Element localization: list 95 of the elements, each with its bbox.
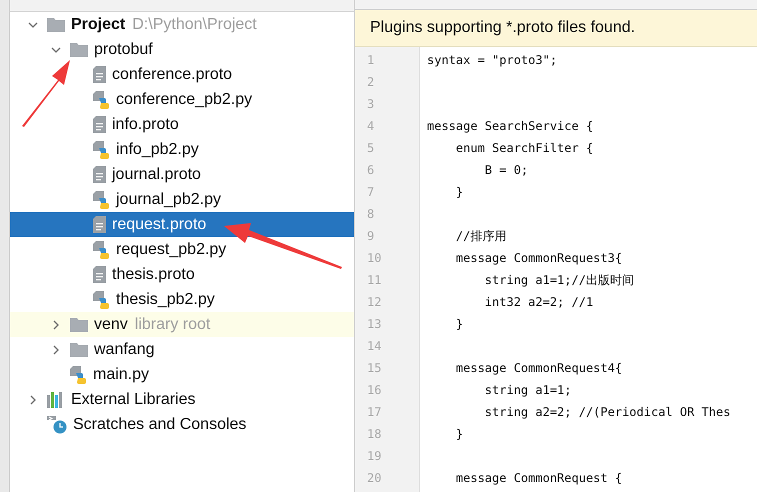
tree-label: info.proto: [112, 114, 179, 134]
python-file-icon: [93, 190, 110, 208]
folder-icon: [70, 42, 88, 57]
tree-label: conference_pb2.py: [116, 90, 252, 110]
tree-hint: library root: [134, 314, 210, 334]
tree-row[interactable]: Project D:\Python\Project: [10, 12, 354, 37]
tree-row[interactable]: journal.proto: [10, 162, 354, 187]
tree-label: journal.proto: [112, 164, 201, 184]
text-file-icon: [93, 66, 106, 83]
code-line: syntax = "proto3";: [427, 53, 558, 67]
tree-label: External Libraries: [71, 390, 196, 410]
tree-label: protobuf: [94, 40, 153, 60]
chevron-right-icon[interactable]: [51, 344, 61, 354]
line-number: 16: [366, 382, 382, 399]
tree-label: info_pb2.py: [116, 140, 199, 160]
line-number: 5: [366, 140, 376, 157]
line-number: 14: [366, 338, 382, 355]
line-number: 20: [366, 470, 382, 487]
tree-row[interactable]: External Libraries: [10, 387, 354, 412]
code-line: B = 0;: [484, 163, 528, 177]
line-number: 9: [366, 228, 376, 245]
tree-row[interactable]: request.proto: [10, 212, 354, 237]
python-file-icon: [93, 90, 110, 108]
chevron-down-icon[interactable]: [28, 20, 38, 30]
python-file-icon: [70, 366, 87, 384]
line-number: 4: [366, 118, 376, 135]
code-line: }: [454, 317, 464, 331]
chevron-right-icon[interactable]: [51, 320, 61, 330]
chevron-down-icon[interactable]: [51, 44, 61, 54]
line-number: 8: [366, 206, 376, 223]
code-line: message SearchService {: [427, 119, 594, 133]
tree-row[interactable]: thesis.proto: [10, 262, 354, 287]
text-file-icon: [93, 216, 106, 233]
tree-label: request.proto: [112, 214, 206, 234]
line-number: 15: [366, 360, 382, 377]
text-file-icon: [93, 266, 106, 283]
tree-row[interactable]: wanfang: [10, 337, 354, 362]
code-line: message CommonRequest4{: [454, 361, 622, 375]
tree-row[interactable]: thesis_pb2.py: [10, 287, 354, 312]
python-file-icon: [93, 140, 110, 158]
arrow-annotation: [22, 60, 70, 127]
code-line: int32 a2=2; //1: [484, 295, 594, 309]
line-number: 1: [366, 52, 376, 69]
tree-label: Project: [71, 14, 126, 34]
tree-row[interactable]: conference_pb2.py: [10, 87, 354, 112]
console-clock-icon: [47, 416, 67, 434]
tree-label: thesis.proto: [112, 264, 195, 284]
chevron-right-icon[interactable]: [28, 394, 38, 404]
code-line: message CommonRequest {: [454, 471, 622, 485]
folder-icon: [70, 342, 88, 357]
tree-row[interactable]: protobuf: [10, 37, 354, 62]
tree-row[interactable]: main.py: [10, 362, 354, 387]
folder-icon: [70, 317, 88, 332]
tree-label: journal_pb2.py: [116, 190, 221, 210]
code-line: string a1=1;//出版时间: [484, 273, 634, 287]
line-number: 7: [366, 184, 376, 201]
text-file-icon: [93, 166, 106, 183]
line-number: 18: [366, 426, 382, 443]
tree-label: main.py: [93, 364, 150, 384]
tree-label: request_pb2.py: [116, 240, 226, 260]
line-number: 10: [366, 250, 382, 267]
text-file-icon: [93, 116, 106, 133]
tree-row[interactable]: request_pb2.py: [10, 237, 354, 262]
code-line: }: [454, 185, 464, 199]
tree-row[interactable]: conference.proto: [10, 62, 354, 87]
line-number: 2: [366, 74, 376, 91]
code-line: string a2=2; //(Periodical OR Thes: [484, 405, 730, 419]
code-line: enum SearchFilter {: [454, 141, 594, 155]
tree-hint: D:\Python\Project: [132, 14, 257, 34]
python-file-icon: [93, 290, 110, 308]
line-number: 6: [366, 162, 376, 179]
library-bars-icon: [47, 392, 65, 408]
code-line: }: [454, 427, 464, 441]
line-number: 17: [366, 404, 382, 421]
tree-row[interactable]: info.proto: [10, 112, 354, 137]
tree-row[interactable]: Scratches and Consoles: [10, 412, 354, 437]
line-number: 13: [366, 316, 382, 333]
tree-row[interactable]: venv library root: [10, 312, 354, 337]
code-line: string a1=1;: [484, 383, 572, 397]
tree-label: thesis_pb2.py: [116, 290, 215, 310]
folder-icon: [47, 17, 65, 32]
line-number: 12: [366, 294, 382, 311]
code-line: //排序用: [454, 229, 506, 243]
banner-text: Plugins supporting *.proto files found.: [370, 18, 636, 38]
code-line: message CommonRequest3{: [454, 251, 622, 265]
line-number: 11: [366, 272, 382, 289]
tree-label: Scratches and Consoles: [73, 414, 246, 434]
tree-label: wanfang: [94, 340, 154, 360]
tree-row[interactable]: journal_pb2.py: [10, 187, 354, 212]
line-number: 19: [366, 448, 382, 465]
tree-row[interactable]: info_pb2.py: [10, 137, 354, 162]
python-file-icon: [93, 240, 110, 258]
tree-label: venv: [94, 314, 128, 334]
line-number: 3: [366, 96, 376, 113]
tree-label: conference.proto: [112, 64, 232, 84]
